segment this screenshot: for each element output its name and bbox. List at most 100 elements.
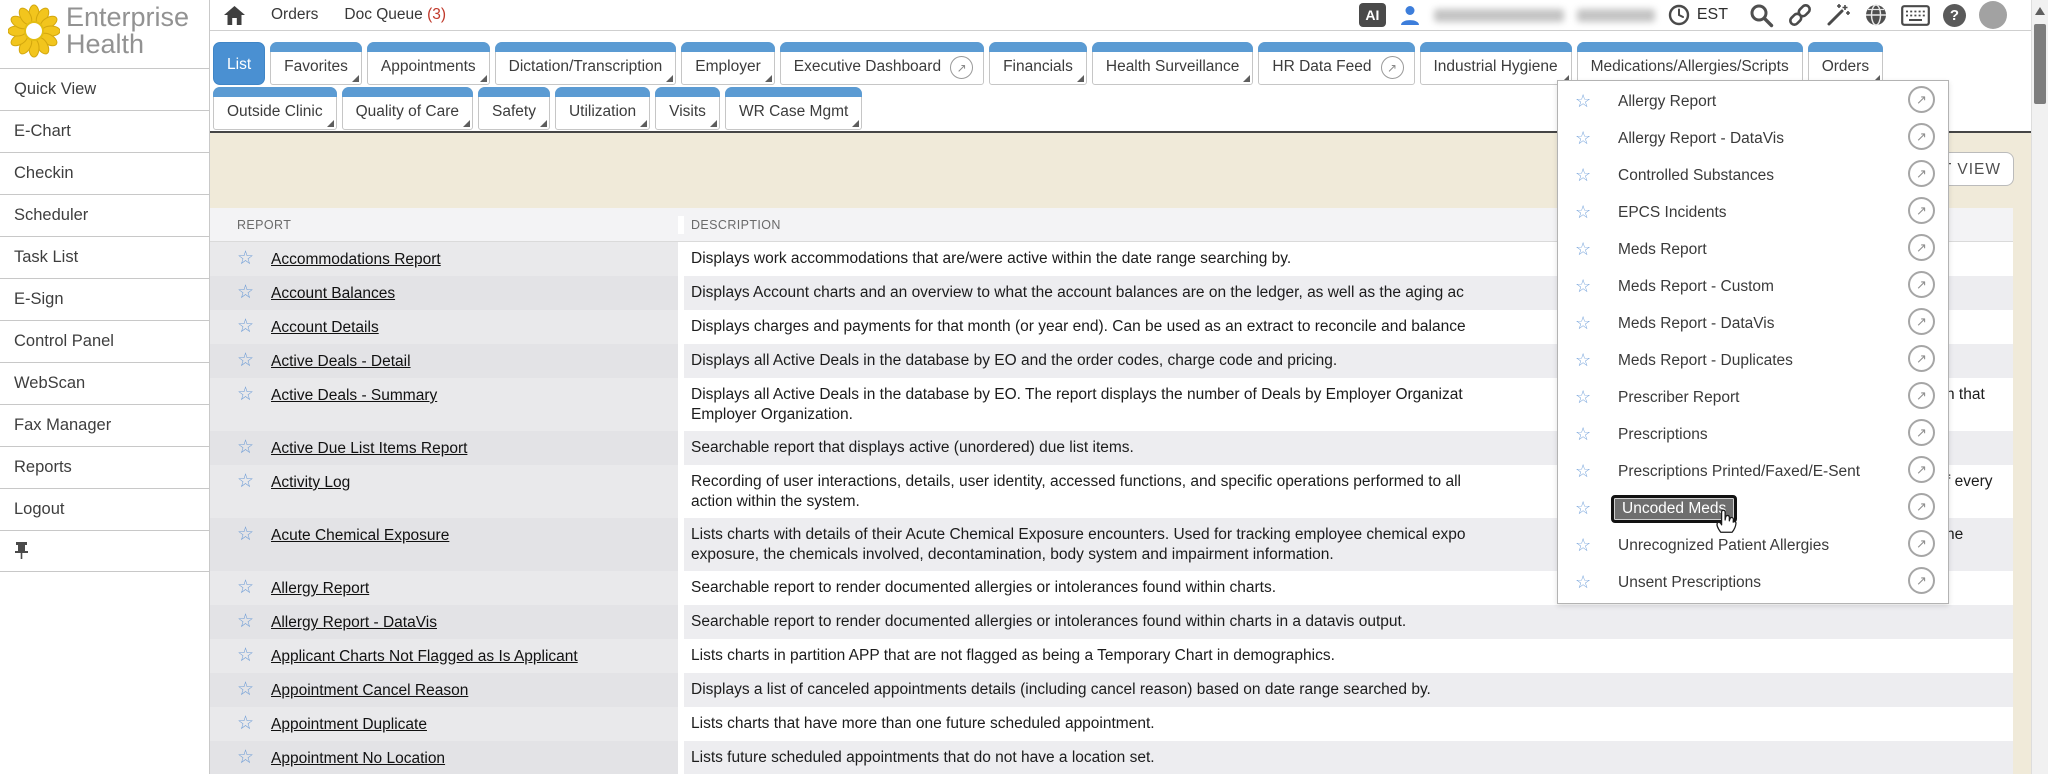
favorite-star-icon[interactable]: ☆ bbox=[1575, 461, 1597, 482]
favorite-star-icon[interactable]: ☆ bbox=[1575, 165, 1597, 186]
open-in-new-icon[interactable]: ↗ bbox=[1908, 271, 1935, 298]
open-in-new-icon[interactable]: ↗ bbox=[1908, 160, 1935, 187]
tab[interactable]: Health Surveillance ↗ bbox=[1092, 42, 1254, 85]
sidebar-item[interactable]: Control Panel bbox=[0, 321, 210, 363]
open-in-new-icon[interactable]: ↗ bbox=[1908, 308, 1935, 335]
tab[interactable]: Industrial Hygiene ↗ bbox=[1420, 42, 1572, 85]
report-link[interactable]: Acute Chemical Exposure bbox=[271, 525, 449, 546]
open-in-new-icon[interactable]: ↗ bbox=[1908, 530, 1935, 557]
dropdown-item[interactable]: ☆ Meds Report ↗ bbox=[1558, 231, 1948, 268]
tab[interactable]: Utilization ↗ bbox=[555, 87, 650, 130]
favorite-star-icon[interactable]: ☆ bbox=[1575, 313, 1597, 334]
report-link[interactable]: Activity Log bbox=[271, 472, 350, 493]
favorite-star-icon[interactable]: ☆ bbox=[237, 525, 257, 545]
dropdown-item[interactable]: ☆ Prescriptions Printed/Faxed/E-Sent ↗ bbox=[1558, 453, 1948, 490]
scrollbar-up-arrow-icon[interactable] bbox=[2035, 7, 2045, 15]
favorite-star-icon[interactable]: ☆ bbox=[237, 283, 257, 303]
dropdown-item[interactable]: ☆ Prescriber Report ↗ bbox=[1558, 379, 1948, 416]
sidebar-item[interactable]: Fax Manager bbox=[0, 405, 210, 447]
favorite-star-icon[interactable]: ☆ bbox=[1575, 572, 1597, 593]
keyboard-icon[interactable] bbox=[1901, 5, 1930, 26]
tab[interactable]: Safety ↗ bbox=[478, 87, 550, 130]
favorite-star-icon[interactable]: ☆ bbox=[1575, 91, 1597, 112]
favorite-star-icon[interactable]: ☆ bbox=[237, 714, 257, 734]
link-icon[interactable] bbox=[1787, 3, 1813, 27]
sidebar-item[interactable]: Quick View bbox=[0, 69, 210, 111]
tab[interactable]: HR Data Feed ↗ bbox=[1258, 42, 1414, 85]
vertical-scrollbar[interactable] bbox=[2031, 0, 2048, 774]
favorite-star-icon[interactable]: ☆ bbox=[237, 612, 257, 632]
favorite-star-icon[interactable]: ☆ bbox=[1575, 276, 1597, 297]
wand-icon[interactable] bbox=[1826, 3, 1851, 27]
nav-orders[interactable]: Orders bbox=[271, 6, 318, 24]
favorite-star-icon[interactable]: ☆ bbox=[237, 385, 257, 405]
tab[interactable]: Dictation/Transcription ↗ bbox=[495, 42, 677, 85]
dropdown-item[interactable]: ☆ Controlled Substances ↗ bbox=[1558, 157, 1948, 194]
sidebar-item[interactable]: Scheduler bbox=[0, 195, 210, 237]
tab[interactable]: Favorites ↗ bbox=[270, 42, 362, 85]
favorite-star-icon[interactable]: ☆ bbox=[237, 438, 257, 458]
report-link[interactable]: Allergy Report - DataVis bbox=[271, 612, 437, 633]
help-icon[interactable]: ? bbox=[1943, 4, 1966, 27]
nav-doc-queue[interactable]: Doc Queue (3) bbox=[344, 6, 446, 24]
report-link[interactable]: Active Deals - Summary bbox=[271, 385, 437, 406]
open-in-new-icon[interactable]: ↗ bbox=[1908, 419, 1935, 446]
home-icon[interactable] bbox=[224, 6, 245, 25]
favorite-star-icon[interactable]: ☆ bbox=[237, 646, 257, 666]
sidebar-pin-row[interactable] bbox=[0, 530, 210, 572]
open-in-new-icon[interactable]: ↗ bbox=[1908, 567, 1935, 594]
favorite-star-icon[interactable]: ☆ bbox=[1575, 350, 1597, 371]
favorite-star-icon[interactable]: ☆ bbox=[1575, 498, 1597, 519]
sidebar-item[interactable]: E-Sign bbox=[0, 279, 210, 321]
scrollbar-thumb[interactable] bbox=[2034, 24, 2046, 104]
sidebar-item[interactable]: Logout bbox=[0, 489, 210, 531]
open-in-new-icon[interactable]: ↗ bbox=[1908, 197, 1935, 224]
report-link[interactable]: Applicant Charts Not Flagged as Is Appli… bbox=[271, 646, 578, 667]
dropdown-item[interactable]: ☆ Meds Report - DataVis ↗ bbox=[1558, 305, 1948, 342]
report-link[interactable]: Appointment Duplicate bbox=[271, 714, 427, 735]
favorite-star-icon[interactable]: ☆ bbox=[1575, 239, 1597, 260]
sidebar-item[interactable]: Checkin bbox=[0, 153, 210, 195]
open-in-new-icon[interactable]: ↗ bbox=[1908, 493, 1935, 520]
dropdown-item[interactable]: ☆ Meds Report - Custom ↗ bbox=[1558, 268, 1948, 305]
tab[interactable]: Orders ↗ bbox=[1808, 42, 1883, 85]
tab[interactable]: Quality of Care ↗ bbox=[342, 87, 473, 130]
sidebar-item[interactable]: E-Chart bbox=[0, 111, 210, 153]
ai-badge[interactable]: AI bbox=[1359, 3, 1386, 27]
dropdown-item[interactable]: ☆ Allergy Report ↗ bbox=[1558, 83, 1948, 120]
tab[interactable]: Medications/Allergies/Scripts ↗ bbox=[1577, 42, 1803, 85]
search-icon[interactable] bbox=[1749, 3, 1774, 28]
favorite-star-icon[interactable]: ☆ bbox=[1575, 128, 1597, 149]
report-link[interactable]: Allergy Report bbox=[271, 578, 369, 599]
open-in-new-icon[interactable]: ↗ bbox=[1908, 345, 1935, 372]
report-link[interactable]: Account Balances bbox=[271, 283, 395, 304]
dropdown-item[interactable]: ☆ Unsent Prescriptions ↗ bbox=[1558, 564, 1948, 601]
dropdown-item[interactable]: ☆ Allergy Report - DataVis ↗ bbox=[1558, 120, 1948, 157]
favorite-star-icon[interactable]: ☆ bbox=[1575, 535, 1597, 556]
tab[interactable]: Visits ↗ bbox=[655, 87, 720, 130]
user-icon[interactable] bbox=[1399, 4, 1421, 26]
open-in-new-icon[interactable]: ↗ bbox=[1908, 86, 1935, 113]
open-in-new-icon[interactable]: ↗ bbox=[1908, 456, 1935, 483]
open-in-new-icon[interactable]: ↗ bbox=[1908, 382, 1935, 409]
favorite-star-icon[interactable]: ☆ bbox=[1575, 424, 1597, 445]
open-in-new-icon[interactable]: ↗ bbox=[1908, 123, 1935, 150]
globe-icon[interactable] bbox=[1864, 3, 1888, 27]
report-link[interactable]: Appointment Cancel Reason bbox=[271, 680, 468, 701]
tab[interactable]: WR Case Mgmt ↗ bbox=[725, 87, 862, 130]
open-in-new-icon[interactable]: ↗ bbox=[1908, 234, 1935, 261]
dropdown-item[interactable]: ☆ Uncoded Meds ↗ bbox=[1558, 490, 1948, 527]
favorite-star-icon[interactable]: ☆ bbox=[237, 317, 257, 337]
clock-icon[interactable] bbox=[1668, 4, 1690, 26]
dropdown-item[interactable]: ☆ Prescriptions ↗ bbox=[1558, 416, 1948, 453]
tab[interactable]: Appointments ↗ bbox=[367, 42, 490, 85]
sidebar-item[interactable]: WebScan bbox=[0, 363, 210, 405]
tab[interactable]: List ↗ bbox=[213, 42, 265, 85]
favorite-star-icon[interactable]: ☆ bbox=[237, 748, 257, 768]
sidebar-item[interactable]: Task List bbox=[0, 237, 210, 279]
favorite-star-icon[interactable]: ☆ bbox=[1575, 387, 1597, 408]
report-link[interactable]: Active Deals - Detail bbox=[271, 351, 411, 372]
dropdown-item[interactable]: ☆ EPCS Incidents ↗ bbox=[1558, 194, 1948, 231]
favorite-star-icon[interactable]: ☆ bbox=[1575, 202, 1597, 223]
tab[interactable]: Financials ↗ bbox=[989, 42, 1087, 85]
